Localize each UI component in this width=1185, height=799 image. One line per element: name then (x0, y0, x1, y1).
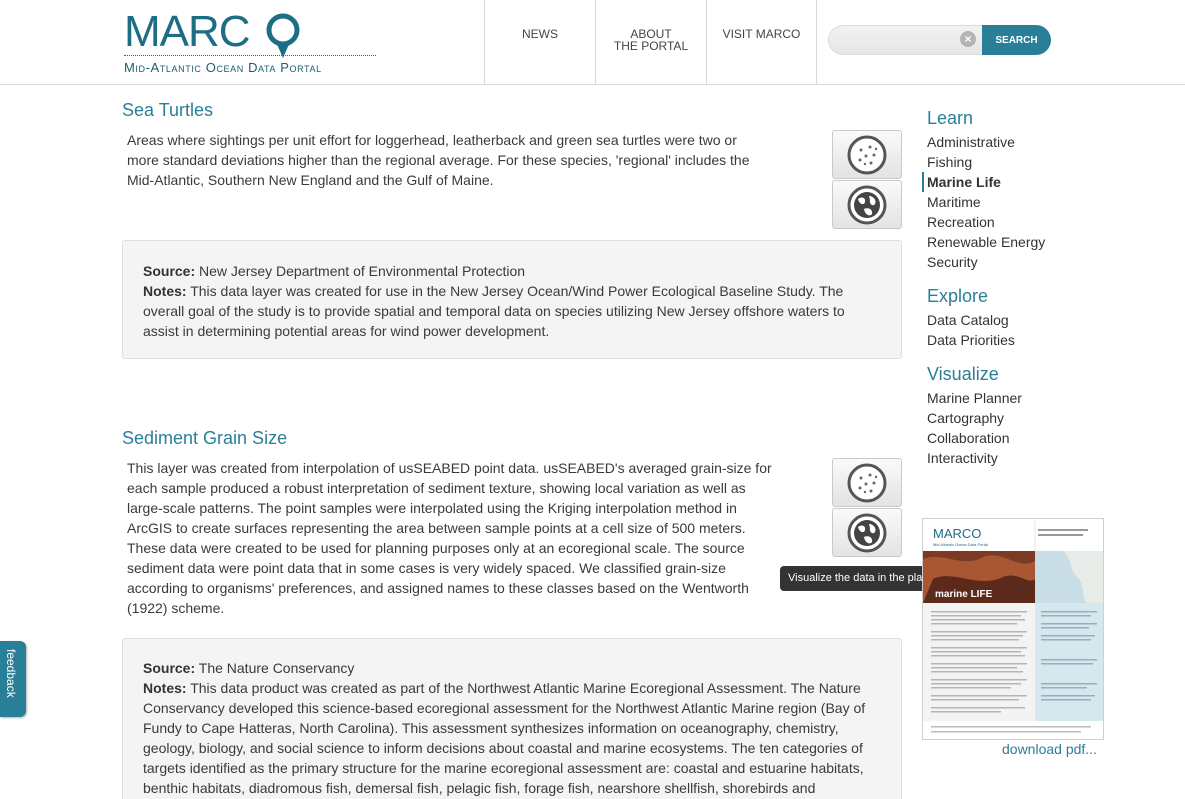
nav-visit-label: VISIT MARCO (722, 27, 801, 41)
source-label: Source: (143, 660, 196, 676)
search-button[interactable]: SEARCH (982, 25, 1051, 55)
sidebar-item-interactivity[interactable]: Interactivity (927, 450, 998, 466)
globe-icon (847, 513, 887, 552)
feedback-tab[interactable]: feedback (0, 641, 26, 717)
scatter-globe-icon (847, 135, 887, 174)
source-line: Source: New Jersey Department of Environ… (143, 261, 881, 281)
layer-metadata-box: Source: New Jersey Department of Environ… (122, 240, 902, 359)
layer-description: This layer was created from interpolatio… (127, 460, 772, 616)
notes-line: Notes: This data product was created as … (143, 678, 881, 798)
download-pdf-link[interactable]: download pdf... (1002, 741, 1097, 757)
nav-about-label-line2: THE PORTAL (613, 39, 689, 53)
sidebar-item-renewable-energy[interactable]: Renewable Energy (927, 234, 1045, 250)
nav-about-the-portal[interactable]: ABOUT THE PORTAL (595, 0, 706, 85)
main-nav: NEWS ABOUT THE PORTAL VISIT MARCO (484, 0, 817, 85)
logo-subtitle: Mid-Atlantic Ocean Data Portal (124, 60, 322, 75)
sidebar-item-marine-planner[interactable]: Marine Planner (927, 390, 1022, 406)
site-header: MARC Mid-Atlantic Ocean Data Portal NEWS… (0, 0, 1185, 85)
notes-label: Notes: (143, 680, 187, 696)
nav-visit-marco[interactable]: VISIT MARCO (706, 0, 817, 85)
visualize-button[interactable] (832, 180, 902, 229)
visualize-tooltip: Visualize the data in the planner. (780, 566, 932, 591)
sidebar-heading-explore: Explore (927, 286, 989, 306)
nav-news-label: NEWS (522, 27, 558, 41)
notes-line: Notes: This data layer was created for u… (143, 281, 881, 341)
source-label: Source: (143, 263, 196, 279)
feedback-label: feedback (4, 649, 18, 698)
sidebar-heading-learn: Learn (927, 108, 974, 128)
layer-description: Areas where sightings per unit effort fo… (127, 132, 750, 188)
notes-label: Notes: (143, 283, 187, 299)
sidebar-item-marine-life[interactable]: Marine Life (927, 174, 1001, 190)
brochure-subtitle: Mid-Atlantic Ocean Data Portal (933, 542, 988, 547)
logo-wordmark: MARC (124, 7, 300, 58)
layer-title: Sea Turtles (122, 100, 214, 120)
sidebar-item-data-priorities[interactable]: Data Priorities (927, 332, 1015, 348)
source-line: Source: The Nature Conservancy (143, 658, 881, 678)
source-value: New Jersey Department of Environmental P… (199, 263, 526, 279)
sidebar-heading-visualize: Visualize (927, 364, 999, 384)
brochure-logo: MARCO (933, 526, 981, 541)
brochure-banner: marine LIFE (935, 589, 993, 600)
marco-logo[interactable]: MARC Mid-Atlantic Ocean Data Portal (124, 7, 376, 78)
sidebar-item-fishing[interactable]: Fishing (927, 154, 972, 170)
brochure-image: MARCO Mid-Atlantic Ocean Data Portal mar… (923, 519, 1103, 739)
globe-icon (847, 185, 887, 224)
data-catalog-button[interactable] (832, 130, 902, 179)
nav-news[interactable]: NEWS (484, 0, 595, 85)
data-catalog-button[interactable] (832, 458, 902, 507)
active-indicator (922, 172, 924, 192)
visualize-button[interactable] (832, 508, 902, 557)
layer-metadata-box: Source: The Nature Conservancy Notes: Th… (122, 638, 902, 799)
search-bar: × SEARCH (828, 25, 1051, 55)
svg-text:MARC: MARC (124, 8, 250, 56)
logo-divider (124, 55, 376, 56)
sidebar-item-maritime[interactable]: Maritime (927, 194, 981, 210)
sidebar-item-security[interactable]: Security (927, 254, 978, 270)
notes-value: This data product was created as part of… (143, 680, 866, 796)
sidebar-item-recreation[interactable]: Recreation (927, 214, 995, 230)
sidebar-item-data-catalog[interactable]: Data Catalog (927, 312, 1009, 328)
notes-value: This data layer was created for use in t… (143, 283, 845, 339)
brochure-thumbnail[interactable]: MARCO Mid-Atlantic Ocean Data Portal mar… (922, 518, 1104, 740)
layer-title: Sediment Grain Size (122, 428, 288, 448)
sidebar-item-cartography[interactable]: Cartography (927, 410, 1004, 426)
clear-icon[interactable]: × (960, 31, 976, 47)
scatter-globe-icon (847, 463, 887, 502)
source-value: The Nature Conservancy (198, 660, 355, 676)
sidebar-item-administrative[interactable]: Administrative (927, 134, 1015, 150)
sidebar-item-collaboration[interactable]: Collaboration (927, 430, 1010, 446)
